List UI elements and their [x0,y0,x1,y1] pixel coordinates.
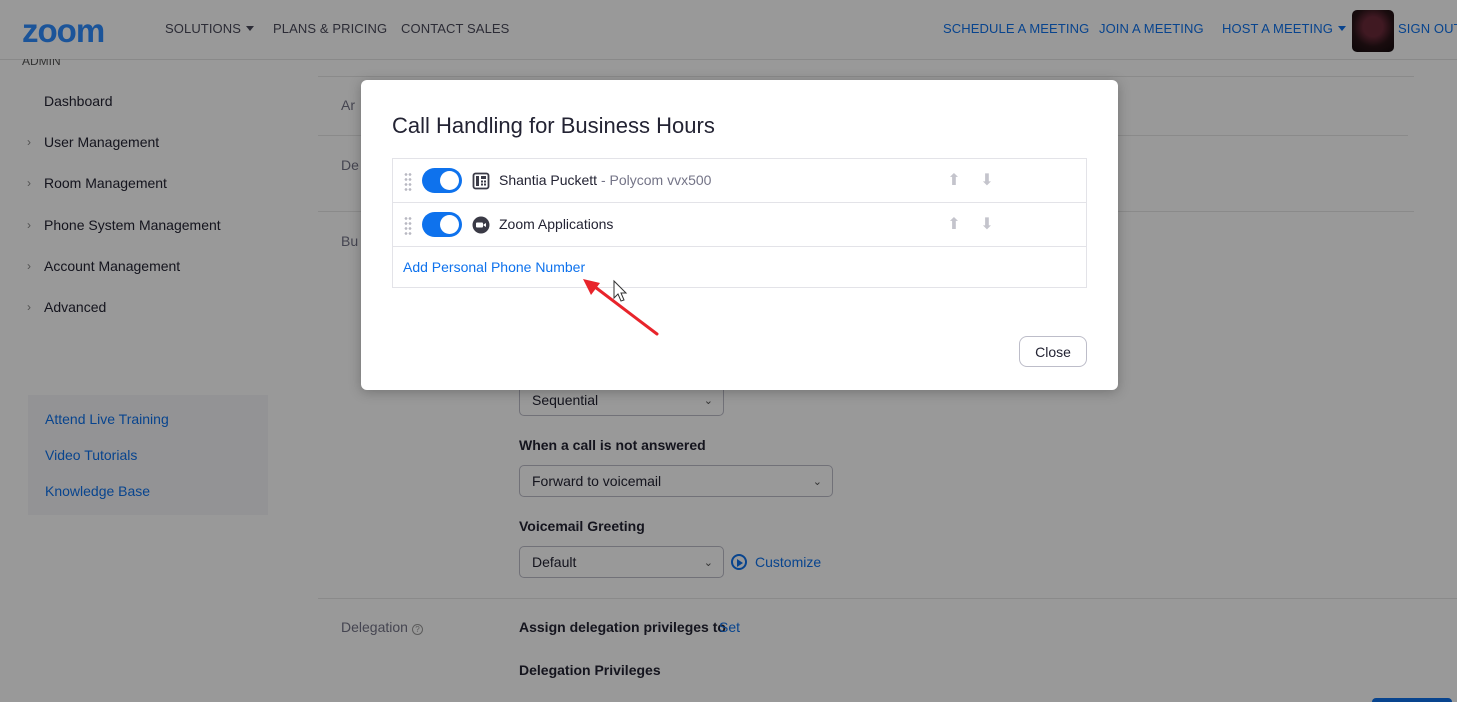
move-up-icon[interactable]: ⬆ [944,170,964,192]
toggle-knob [440,215,459,234]
device-name: Shantia Puckett - Polycom vvx500 [499,172,712,188]
close-button[interactable]: Close [1019,336,1087,367]
zoom-camera-icon [472,216,490,234]
call-handling-modal: Call Handling for Business Hours Shantia… [361,80,1118,390]
drag-handle-icon[interactable] [404,172,412,192]
list-item: Zoom Applications ⬆ ⬇ [393,203,1086,247]
list-item: Shantia Puckett - Polycom vvx500 ⬆ ⬇ [393,159,1086,203]
move-down-icon[interactable]: ⬇ [977,214,997,236]
desk-phone-icon [472,172,490,190]
add-personal-phone-number-link[interactable]: Add Personal Phone Number [403,259,585,275]
modal-title: Call Handling for Business Hours [392,113,715,138]
device-name: Zoom Applications [499,216,614,232]
toggle-knob [440,171,459,190]
move-up-icon[interactable]: ⬆ [944,214,964,236]
call-handling-list: Shantia Puckett - Polycom vvx500 ⬆ ⬇ Zoo… [392,158,1087,288]
move-down-icon[interactable]: ⬇ [977,170,997,192]
enable-toggle[interactable] [422,168,462,193]
enable-toggle[interactable] [422,212,462,237]
drag-handle-icon[interactable] [404,216,412,236]
